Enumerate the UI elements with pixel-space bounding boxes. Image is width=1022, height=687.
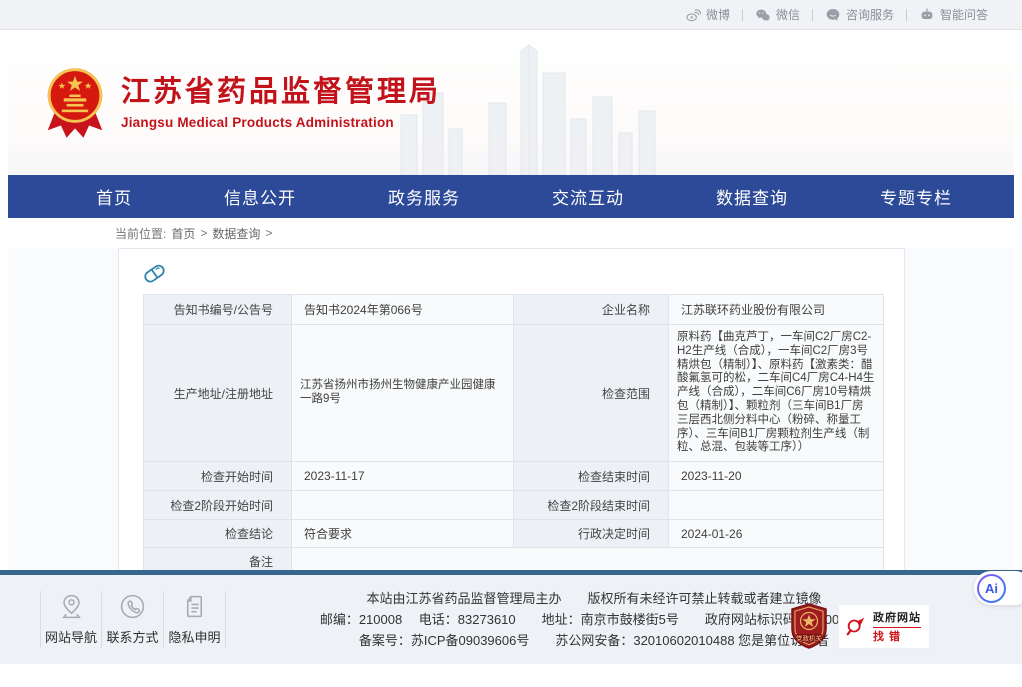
location-pin-icon — [58, 593, 85, 620]
magnifier-icon — [845, 615, 867, 637]
privacy-label: 隐私申明 — [168, 627, 220, 646]
nav-item-home[interactable]: 首页 — [96, 189, 132, 208]
topbar-divider — [742, 9, 743, 21]
topbar-divider — [906, 9, 907, 21]
top-utility-bar: 微博 微信 咨询服务 — [0, 0, 1022, 30]
capsule-icon — [141, 259, 168, 286]
site-subtitle: Jiangsu Medical Products Administration — [121, 115, 441, 130]
wechat-icon — [755, 7, 771, 23]
breadcrumb-separator: > — [265, 226, 272, 240]
wechat-label: 微信 — [776, 6, 800, 23]
footer-badges: 党政机关 政府网站 找错 — [790, 603, 930, 649]
table-row: 检查2阶段开始时间 检查2阶段结束时间 — [144, 491, 884, 520]
privacy-doc-icon — [181, 593, 208, 620]
website-error-report-badge[interactable]: 政府网站 找错 — [838, 604, 930, 649]
table-row: 检查结论 符合要求 行政决定时间 2024-01-26 — [144, 520, 884, 548]
table-row: 检查开始时间 2023-11-17 检查结束时间 2023-11-20 — [144, 462, 884, 491]
smart-qa-link[interactable]: 智能问答 — [919, 6, 988, 23]
inspection-end-value: 2023-11-20 — [669, 462, 884, 491]
main-content: 告知书编号/公告号 告知书2024年第066号 企业名称 江苏联环药业股份有限公… — [8, 248, 1014, 570]
national-emblem-logo — [45, 66, 105, 140]
wechat-link[interactable]: 微信 — [755, 6, 800, 23]
breadcrumb: 当前位置: 首页 > 数据查询 > — [8, 218, 1014, 248]
consult-service-link[interactable]: 咨询服务 — [825, 6, 894, 23]
site-footer: 网站导航 联系方式 隐私申明 本站由江苏 — [0, 570, 1022, 664]
company-name-label: 企业名称 — [514, 295, 669, 325]
company-name-value: 江苏联环药业股份有限公司 — [669, 295, 884, 325]
breadcrumb-prefix: 当前位置: — [115, 225, 166, 242]
site-title: 江苏省药品监督管理局 — [121, 76, 441, 109]
gov-agency-badge[interactable]: 党政机关 — [790, 603, 828, 649]
site-map-link[interactable]: 网站导航 — [40, 591, 102, 648]
ai-assistant-icon: Ai — [977, 574, 1006, 603]
phone-icon — [119, 593, 146, 620]
error-badge-title: 政府网站 — [873, 609, 921, 625]
inspection-detail-table: 告知书编号/公告号 告知书2024年第066号 企业名称 江苏联环药业股份有限公… — [143, 294, 884, 576]
breadcrumb-data-query-link[interactable]: 数据查询 — [212, 225, 260, 242]
inspection-scope-label: 检查范围 — [514, 325, 669, 462]
topbar-divider — [812, 9, 813, 21]
decision-date-label: 行政决定时间 — [514, 520, 669, 548]
smart-qa-label: 智能问答 — [940, 6, 988, 23]
footer-links: 网站导航 联系方式 隐私申明 — [40, 591, 226, 648]
contact-label: 联系方式 — [106, 627, 158, 646]
inspection-scope-value: 原料药【曲克芦丁，一车间C2厂房C2-H2生产线（合成），一车间C2厂房3号精烘… — [669, 325, 884, 462]
detail-card: 告知书编号/公告号 告知书2024年第066号 企业名称 江苏联环药业股份有限公… — [118, 248, 905, 593]
weibo-label: 微博 — [706, 6, 730, 23]
robot-icon — [919, 7, 935, 23]
site-map-label: 网站导航 — [45, 627, 97, 646]
inspection-end-label: 检查结束时间 — [514, 462, 669, 491]
nav-item-data-query[interactable]: 数据查询 — [716, 189, 788, 208]
ai-assistant-button[interactable]: Ai — [974, 571, 1022, 605]
nav-item-special-topics[interactable]: 专题专栏 — [880, 189, 952, 208]
address-label: 生产地址/注册地址 — [144, 325, 292, 462]
nav-item-gov-services[interactable]: 政务服务 — [388, 189, 460, 208]
weibo-link[interactable]: 微博 — [685, 6, 730, 23]
phase2-start-value — [292, 491, 514, 520]
conclusion-value: 符合要求 — [292, 520, 514, 548]
nav-item-interaction[interactable]: 交流互动 — [552, 189, 624, 208]
breadcrumb-home-link[interactable]: 首页 — [171, 225, 195, 242]
error-badge-subtitle: 找错 — [873, 627, 921, 644]
nav-item-info-disclosure[interactable]: 信息公开 — [224, 189, 296, 208]
breadcrumb-separator: > — [200, 226, 207, 240]
contact-link[interactable]: 联系方式 — [102, 591, 164, 648]
address-value: 江苏省扬州市扬州生物健康产业园健康一路9号 — [292, 325, 514, 462]
inspection-start-value: 2023-11-17 — [292, 462, 514, 491]
gov-badge-text: 党政机关 — [796, 633, 823, 642]
weibo-icon — [685, 7, 701, 23]
table-row: 告知书编号/公告号 告知书2024年第066号 企业名称 江苏联环药业股份有限公… — [144, 295, 884, 325]
phase2-end-label: 检查2阶段结束时间 — [514, 491, 669, 520]
site-header: 江苏省药品监督管理局 Jiangsu Medical Products Admi… — [8, 30, 1014, 175]
phase2-end-value — [669, 491, 884, 520]
consult-service-label: 咨询服务 — [846, 6, 894, 23]
decision-date-value: 2024-01-26 — [669, 520, 884, 548]
phase2-start-label: 检查2阶段开始时间 — [144, 491, 292, 520]
chat-bubble-icon — [825, 7, 841, 23]
notice-number-value: 告知书2024年第066号 — [292, 295, 514, 325]
conclusion-label: 检查结论 — [144, 520, 292, 548]
inspection-start-label: 检查开始时间 — [144, 462, 292, 491]
privacy-link[interactable]: 隐私申明 — [164, 591, 226, 648]
table-row: 生产地址/注册地址 江苏省扬州市扬州生物健康产业园健康一路9号 检查范围 原料药… — [144, 325, 884, 462]
page: 微博 微信 咨询服务 — [0, 0, 1022, 687]
bottom-strip — [0, 664, 1022, 687]
main-nav: 首页 信息公开 政务服务 交流互动 数据查询 专题专栏 — [8, 175, 1014, 218]
brand[interactable]: 江苏省药品监督管理局 Jiangsu Medical Products Admi… — [45, 66, 441, 140]
notice-number-label: 告知书编号/公告号 — [144, 295, 292, 325]
